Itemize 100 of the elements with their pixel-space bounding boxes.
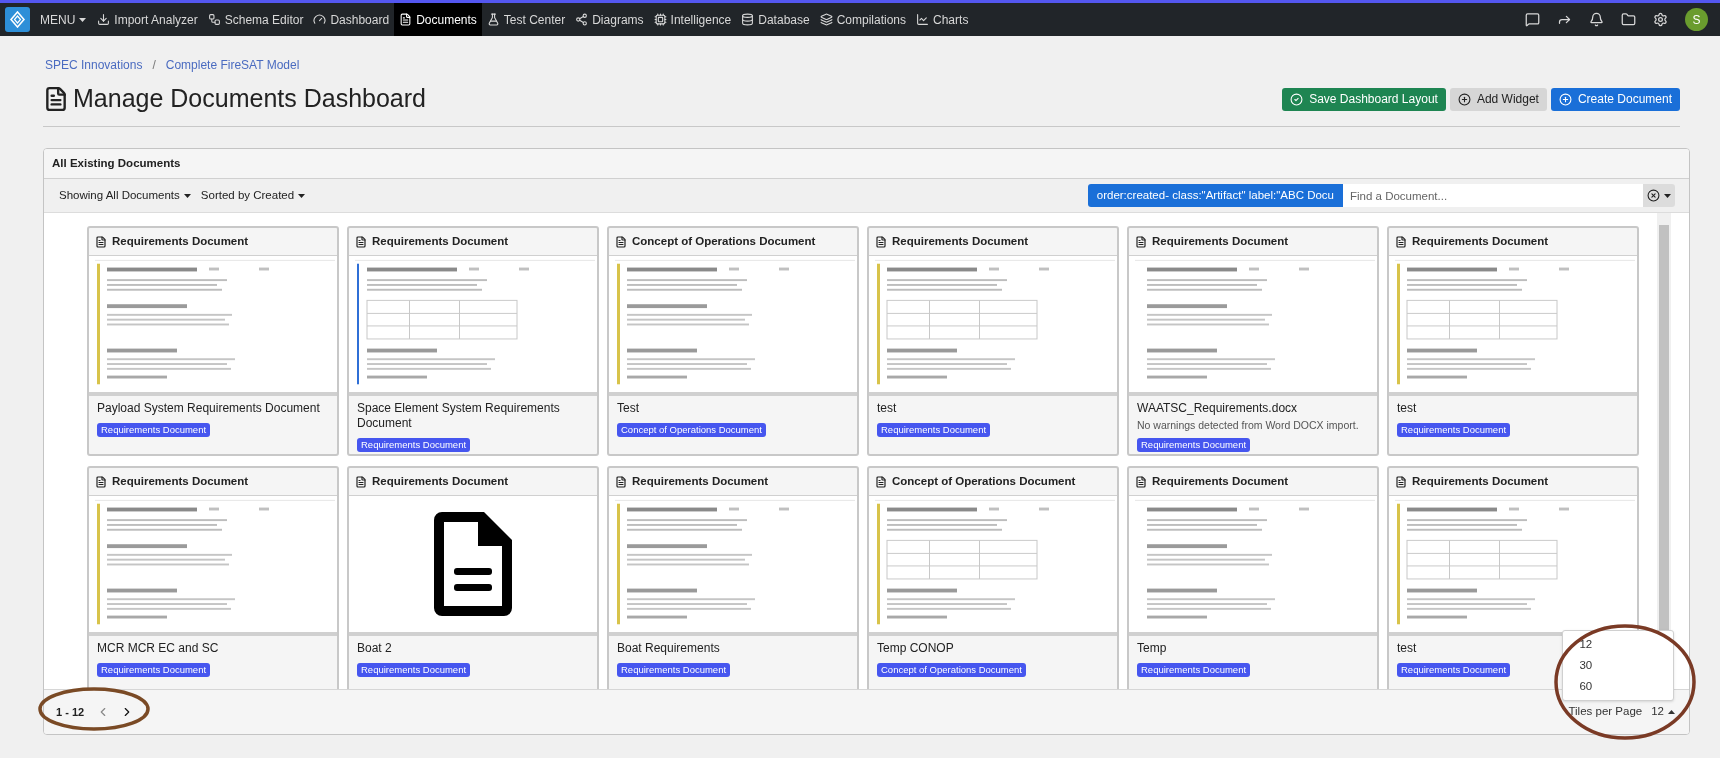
- document-name: Temp CONOP: [877, 641, 954, 656]
- download-icon: [97, 13, 111, 26]
- clear-search-button[interactable]: [1643, 184, 1675, 207]
- chip-icon: [653, 13, 667, 26]
- card-type-title: Requirements Document: [1152, 233, 1289, 249]
- plus-circle-icon: [1457, 92, 1471, 106]
- document-type-tag: Requirements Document: [877, 423, 991, 437]
- breadcrumb-separator: /: [152, 57, 156, 74]
- nav-tab[interactable]: Intelligence: [648, 3, 737, 36]
- query-chip[interactable]: order:created- class:"Artifact" label:"ABC Docu: [1087, 184, 1343, 207]
- document-name: Boat Requirements: [617, 641, 720, 656]
- nav-tab[interactable]: Charts: [911, 3, 974, 36]
- document-name: Space Element System Requirements Document: [357, 401, 561, 431]
- card-type-title: Requirements Document: [892, 233, 1029, 249]
- document-card[interactable]: Concept of Operations Document Temp CONOP Concept of Operations Document: [867, 466, 1119, 689]
- check-circle-icon: [1290, 92, 1304, 106]
- plus-circle-icon: [1558, 92, 1572, 106]
- document-type-tag: Requirements Document: [97, 663, 211, 677]
- caret-icon: [79, 17, 87, 22]
- document-card[interactable]: Requirements Document test Requirements Document: [1387, 226, 1639, 456]
- document-type-tag: Requirements Document: [357, 438, 471, 452]
- document-icon: [615, 235, 627, 248]
- nav-tab[interactable]: Import Analyzer: [92, 3, 203, 36]
- document-card[interactable]: Requirements Document test Requirements Document: [867, 226, 1119, 456]
- card-type-title: Requirements Document: [372, 233, 509, 249]
- gauge-icon: [313, 13, 327, 26]
- document-type-tag: Requirements Document: [1137, 663, 1251, 677]
- document-name: test: [1397, 641, 1417, 656]
- nav-tab[interactable]: Compilations: [814, 3, 912, 36]
- document-name: WAATSC_Requirements.docx: [1137, 401, 1298, 416]
- document-icon: [875, 475, 887, 488]
- panel-title: All Existing Documents: [52, 155, 181, 171]
- nav-tab[interactable]: Database: [736, 3, 815, 36]
- document-name: Temp: [1137, 641, 1167, 656]
- caret-icon: [183, 193, 191, 198]
- document-icon: [875, 235, 887, 248]
- nav-tab[interactable]: Dashboard: [308, 3, 395, 36]
- document-card[interactable]: Requirements Document Boat Requirements Requirements Document: [607, 466, 859, 689]
- line-chart-icon: [916, 13, 930, 26]
- document-icon: [355, 235, 367, 248]
- card-type-title: Requirements Document: [1152, 473, 1289, 489]
- diamond-icon: [10, 11, 25, 28]
- search-field[interactable]: Find a Document...: [1343, 184, 1643, 207]
- document-name: MCR MCR EC and SC: [97, 641, 219, 656]
- document-card[interactable]: Concept of Operations Document Test Concept of Operations Document: [607, 226, 859, 456]
- document-card[interactable]: Requirements Document WAATSC_Requirements.docx No warnings detected from Word DOCX import. Requirements Document: [1127, 226, 1379, 456]
- document-name: Boat 2: [357, 641, 392, 656]
- document-name: test: [1397, 401, 1417, 416]
- document-type-tag: Requirements Document: [1137, 437, 1251, 452]
- nav-tab[interactable]: Documents: [394, 3, 482, 36]
- caret-icon: [1664, 193, 1671, 198]
- chat-icon[interactable]: [1525, 12, 1540, 27]
- card-type-title: Requirements Document: [1412, 233, 1549, 249]
- document-icon: [355, 475, 367, 488]
- tiles-per-page-dropdown[interactable]: 12: [1651, 703, 1675, 721]
- sort-dropdown[interactable]: Sorted by Created: [200, 186, 306, 205]
- nav-tab[interactable]: Schema Editor: [202, 3, 309, 36]
- folder-icon[interactable]: [1621, 12, 1636, 27]
- action-button[interactable]: Save Dashboard Layout: [1282, 87, 1446, 111]
- share-icon: [575, 13, 589, 26]
- breadcrumb-link[interactable]: SPEC Innovations: [45, 56, 143, 74]
- card-type-title: Requirements Document: [632, 473, 769, 489]
- document-name: test: [877, 401, 897, 416]
- caret-icon: [1668, 710, 1675, 714]
- document-type-tag: Requirements Document: [357, 663, 471, 677]
- document-name: Test: [617, 401, 639, 416]
- document-card[interactable]: Requirements Document Boat 2 Requirements Document: [347, 466, 599, 689]
- document-type-tag: Requirements Document: [1397, 663, 1511, 677]
- document-icon: [1395, 235, 1407, 248]
- filter-dropdown[interactable]: Showing All Documents: [59, 186, 191, 205]
- flask-icon: [486, 13, 500, 26]
- document-card[interactable]: Requirements Document Temp Requirements Document: [1127, 466, 1379, 689]
- card-type-title: Requirements Document: [1412, 473, 1549, 489]
- action-button[interactable]: Create Document: [1550, 87, 1680, 111]
- document-icon: [615, 475, 627, 488]
- nav-tab[interactable]: Test Center: [481, 3, 571, 36]
- document-type-tag: Concept of Operations Document: [877, 663, 1026, 677]
- page-title: Manage Documents Dashboard: [73, 83, 426, 115]
- nav-tab[interactable]: Diagrams: [570, 3, 649, 36]
- document-icon: [43, 86, 69, 112]
- document-icon: [1395, 475, 1407, 488]
- document-card[interactable]: Requirements Document Space Element System Requirements Document Requirements Document: [347, 226, 599, 456]
- database-icon: [741, 13, 755, 26]
- document-type-tag: Requirements Document: [617, 663, 731, 677]
- document-card[interactable]: Requirements Document MCR MCR EC and SC Requirements Document: [87, 466, 339, 689]
- document-icon: [434, 512, 512, 616]
- breadcrumb-link[interactable]: Complete FireSAT Model: [165, 56, 300, 74]
- caret-icon: [298, 193, 306, 198]
- app-logo[interactable]: [5, 7, 30, 32]
- document-card[interactable]: Requirements Document Payload System Requirements Document Requirements Document: [87, 226, 339, 456]
- card-type-title: Requirements Document: [372, 473, 509, 489]
- settings-icon[interactable]: [1653, 12, 1668, 27]
- document-type-tag: Requirements Document: [1397, 423, 1511, 437]
- menu-button[interactable]: MENU: [40, 10, 87, 29]
- card-type-title: Requirements Document: [112, 233, 249, 249]
- document-icon: [399, 13, 413, 26]
- notifications-icon[interactable]: [1589, 12, 1604, 27]
- action-button[interactable]: Add Widget: [1449, 87, 1547, 111]
- import-note: No warnings detected from Word DOCX import.: [1137, 418, 1359, 433]
- document-icon: [1135, 235, 1147, 248]
